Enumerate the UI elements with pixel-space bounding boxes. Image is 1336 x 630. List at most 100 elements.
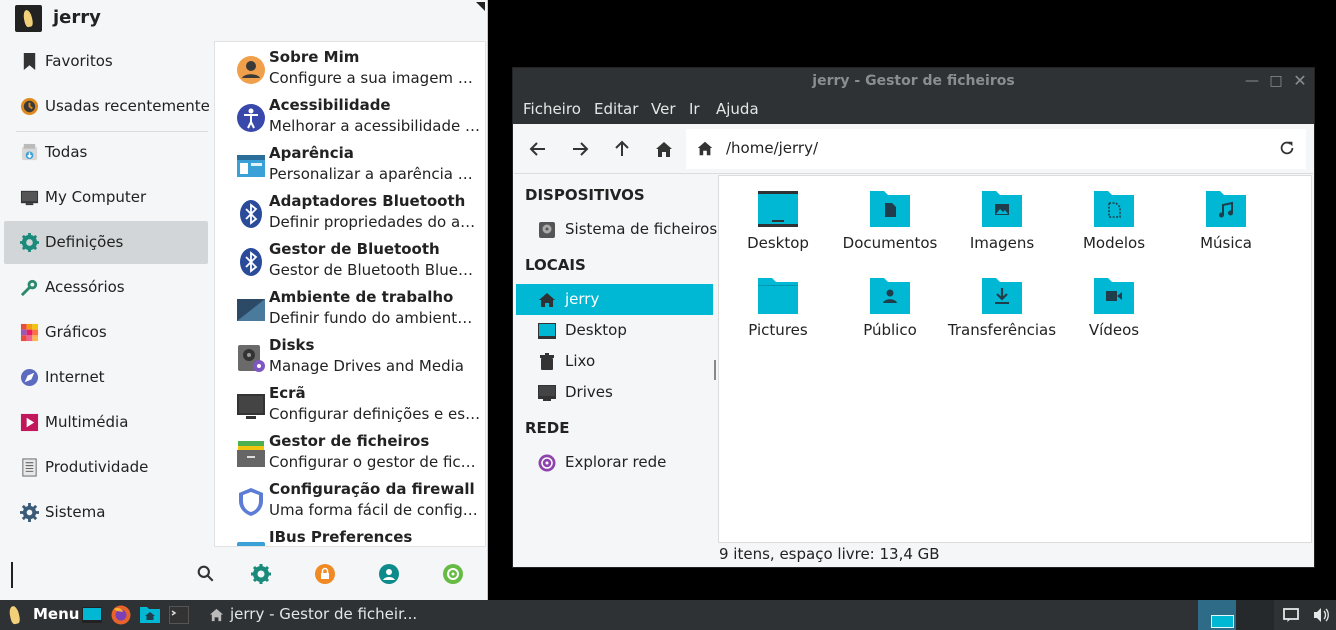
file-item-documentos[interactable]: Documentos xyxy=(834,177,946,263)
file-item-musica[interactable]: Música xyxy=(1170,177,1282,263)
category-my-computer[interactable]: My Computer xyxy=(4,176,208,219)
user-icon[interactable] xyxy=(379,564,399,584)
back-arrow-icon[interactable] xyxy=(528,139,548,159)
workspace-2[interactable] xyxy=(1236,600,1274,630)
firefox-icon[interactable] xyxy=(111,605,131,625)
app-item-gestor-bluetooth[interactable]: Gestor de Bluetooth Gestor de Bluetooth … xyxy=(215,236,485,284)
ibus-icon xyxy=(237,542,265,546)
taskbar-window-button[interactable]: jerry - Gestor de ficheir... xyxy=(201,600,417,630)
forward-arrow-icon[interactable] xyxy=(570,139,590,159)
category-internet[interactable]: Internet xyxy=(4,356,208,399)
location-path[interactable]: /home/jerry/ xyxy=(726,139,818,157)
distro-logo-icon xyxy=(8,605,21,625)
file-item-label: Desktop xyxy=(747,234,809,252)
category-sistema[interactable]: Sistema xyxy=(4,491,208,534)
app-item-aparencia[interactable]: Aparência Personalizar a aparência do am… xyxy=(215,140,485,188)
app-item-gestor-ficheiros[interactable]: Gestor de ficheiros Configurar o gestor … xyxy=(215,428,485,476)
display-icon xyxy=(237,394,265,419)
menu-ajuda[interactable]: Ajuda xyxy=(716,100,759,118)
category-label: Multimédia xyxy=(45,413,129,431)
menu-ficheiro[interactable]: Ficheiro xyxy=(523,100,581,118)
reload-icon[interactable] xyxy=(1278,139,1296,157)
file-item-label: Transferências xyxy=(947,321,1057,339)
pane-resize-handle[interactable] xyxy=(714,360,716,380)
taskbar: Menu jerry - Gestor de ficheir... xyxy=(0,600,1336,630)
notification-icon[interactable] xyxy=(1283,607,1299,623)
app-title: Acessibilidade xyxy=(269,96,391,114)
sidebar-heading-devices: DISPOSITIVOS xyxy=(525,186,645,204)
location-bar[interactable]: /home/jerry/ xyxy=(686,129,1306,169)
sidebar-item-label: jerry xyxy=(565,290,600,308)
sidebar-item-desktop[interactable]: Desktop xyxy=(516,315,713,346)
app-item-firewall[interactable]: Configuração da firewall Uma forma fácil… xyxy=(215,476,485,524)
trash-icon xyxy=(540,353,554,370)
app-title: Gestor de ficheiros xyxy=(269,432,430,450)
app-title: Configuração da firewall xyxy=(269,480,475,498)
file-item-videos[interactable]: Vídeos xyxy=(1058,264,1170,350)
volume-icon[interactable] xyxy=(1313,607,1329,623)
app-description: Manage Drives and Media xyxy=(269,357,464,375)
folder-icon xyxy=(758,278,798,314)
file-item-pictures[interactable]: Pictures xyxy=(722,264,834,350)
show-desktop-icon[interactable] xyxy=(82,605,102,625)
sidebar-item-filesystem[interactable]: Sistema de ficheiros xyxy=(516,214,717,245)
sidebar-item-explorar-rede[interactable]: Explorar rede xyxy=(516,447,713,478)
close-icon[interactable]: ✕ xyxy=(1293,73,1307,89)
file-manager-launcher-icon[interactable] xyxy=(140,605,160,625)
file-item-publico[interactable]: Público xyxy=(834,264,946,350)
terminal-icon[interactable] xyxy=(169,605,189,625)
category-graficos[interactable]: Gráficos xyxy=(4,311,208,354)
menu-footer xyxy=(0,552,487,598)
status-bar: 9 itens, espaço livre: 13,4 GB xyxy=(719,545,940,563)
lock-icon[interactable] xyxy=(315,564,335,584)
app-item-ecra[interactable]: Ecrã Configurar definições e esquemas xyxy=(215,380,485,428)
sidebar-item-drives[interactable]: Drives xyxy=(516,377,713,408)
multimedia-icon xyxy=(20,413,39,432)
workspace-1[interactable] xyxy=(1198,600,1236,630)
window-title: jerry - Gestor de ficheiros xyxy=(812,73,1015,89)
category-recent[interactable]: Usadas recentemente xyxy=(4,85,210,128)
menu-button[interactable]: Menu xyxy=(0,600,80,630)
window-titlebar[interactable]: jerry - Gestor de ficheiros — □ ✕ xyxy=(513,68,1314,96)
category-multimedia[interactable]: Multimédia xyxy=(4,401,208,444)
images-folder-icon xyxy=(982,191,1022,227)
app-item-adaptadores-bluetooth[interactable]: Adaptadores Bluetooth Definir propriedad… xyxy=(215,188,485,236)
documents-folder-icon xyxy=(870,191,910,227)
sidebar-item-lixo[interactable]: Lixo xyxy=(516,346,713,377)
category-favoritos[interactable]: Favoritos xyxy=(4,40,208,83)
file-manager-icon xyxy=(237,441,265,467)
search-icon[interactable] xyxy=(197,565,214,582)
category-definicoes[interactable]: Definições xyxy=(4,221,208,264)
bookmark-icon xyxy=(23,52,36,71)
category-todas[interactable]: Todas xyxy=(4,131,208,174)
file-item-imagens[interactable]: Imagens xyxy=(946,177,1058,263)
menu-ver[interactable]: Ver xyxy=(651,100,676,118)
app-menu: jerry Favoritos Usadas recentemente Toda… xyxy=(0,0,488,600)
logout-icon[interactable] xyxy=(443,564,463,584)
menu-resize-corner[interactable] xyxy=(476,2,485,11)
drives-icon xyxy=(538,385,556,401)
file-item-desktop[interactable]: Desktop xyxy=(722,177,834,263)
app-item-ibus[interactable]: IBus Preferences xyxy=(215,524,485,546)
app-item-ambiente-trabalho[interactable]: Ambiente de trabalho Definir fundo do am… xyxy=(215,284,485,332)
settings-icon[interactable] xyxy=(251,564,271,584)
up-arrow-icon[interactable] xyxy=(612,139,632,159)
search-input[interactable] xyxy=(11,562,225,588)
file-item-label: Documentos xyxy=(842,234,938,252)
app-item-disks[interactable]: Disks Manage Drives and Media xyxy=(215,332,485,380)
file-item-modelos[interactable]: Modelos xyxy=(1058,177,1170,263)
sidebar-item-jerry[interactable]: jerry xyxy=(516,284,713,315)
category-acessorios[interactable]: Acessórios xyxy=(4,266,208,309)
maximize-icon[interactable]: □ xyxy=(1269,74,1283,88)
menu-ir[interactable]: Ir xyxy=(689,100,700,118)
file-item-label: Pictures xyxy=(748,321,808,339)
category-produtividade[interactable]: Produtividade xyxy=(4,446,208,489)
app-title: Ecrã xyxy=(269,384,306,402)
file-item-transferencias[interactable]: Transferências xyxy=(946,264,1058,350)
app-item-sobre-mim[interactable]: Sobre Mim Configure a sua imagem de util… xyxy=(215,44,485,92)
menu-editar[interactable]: Editar xyxy=(594,100,638,118)
app-item-acessibilidade[interactable]: Acessibilidade Melhorar a acessibilidade… xyxy=(215,92,485,140)
home-icon[interactable] xyxy=(654,139,674,159)
minimize-icon[interactable]: — xyxy=(1245,74,1259,88)
file-item-label: Imagens xyxy=(969,234,1035,252)
